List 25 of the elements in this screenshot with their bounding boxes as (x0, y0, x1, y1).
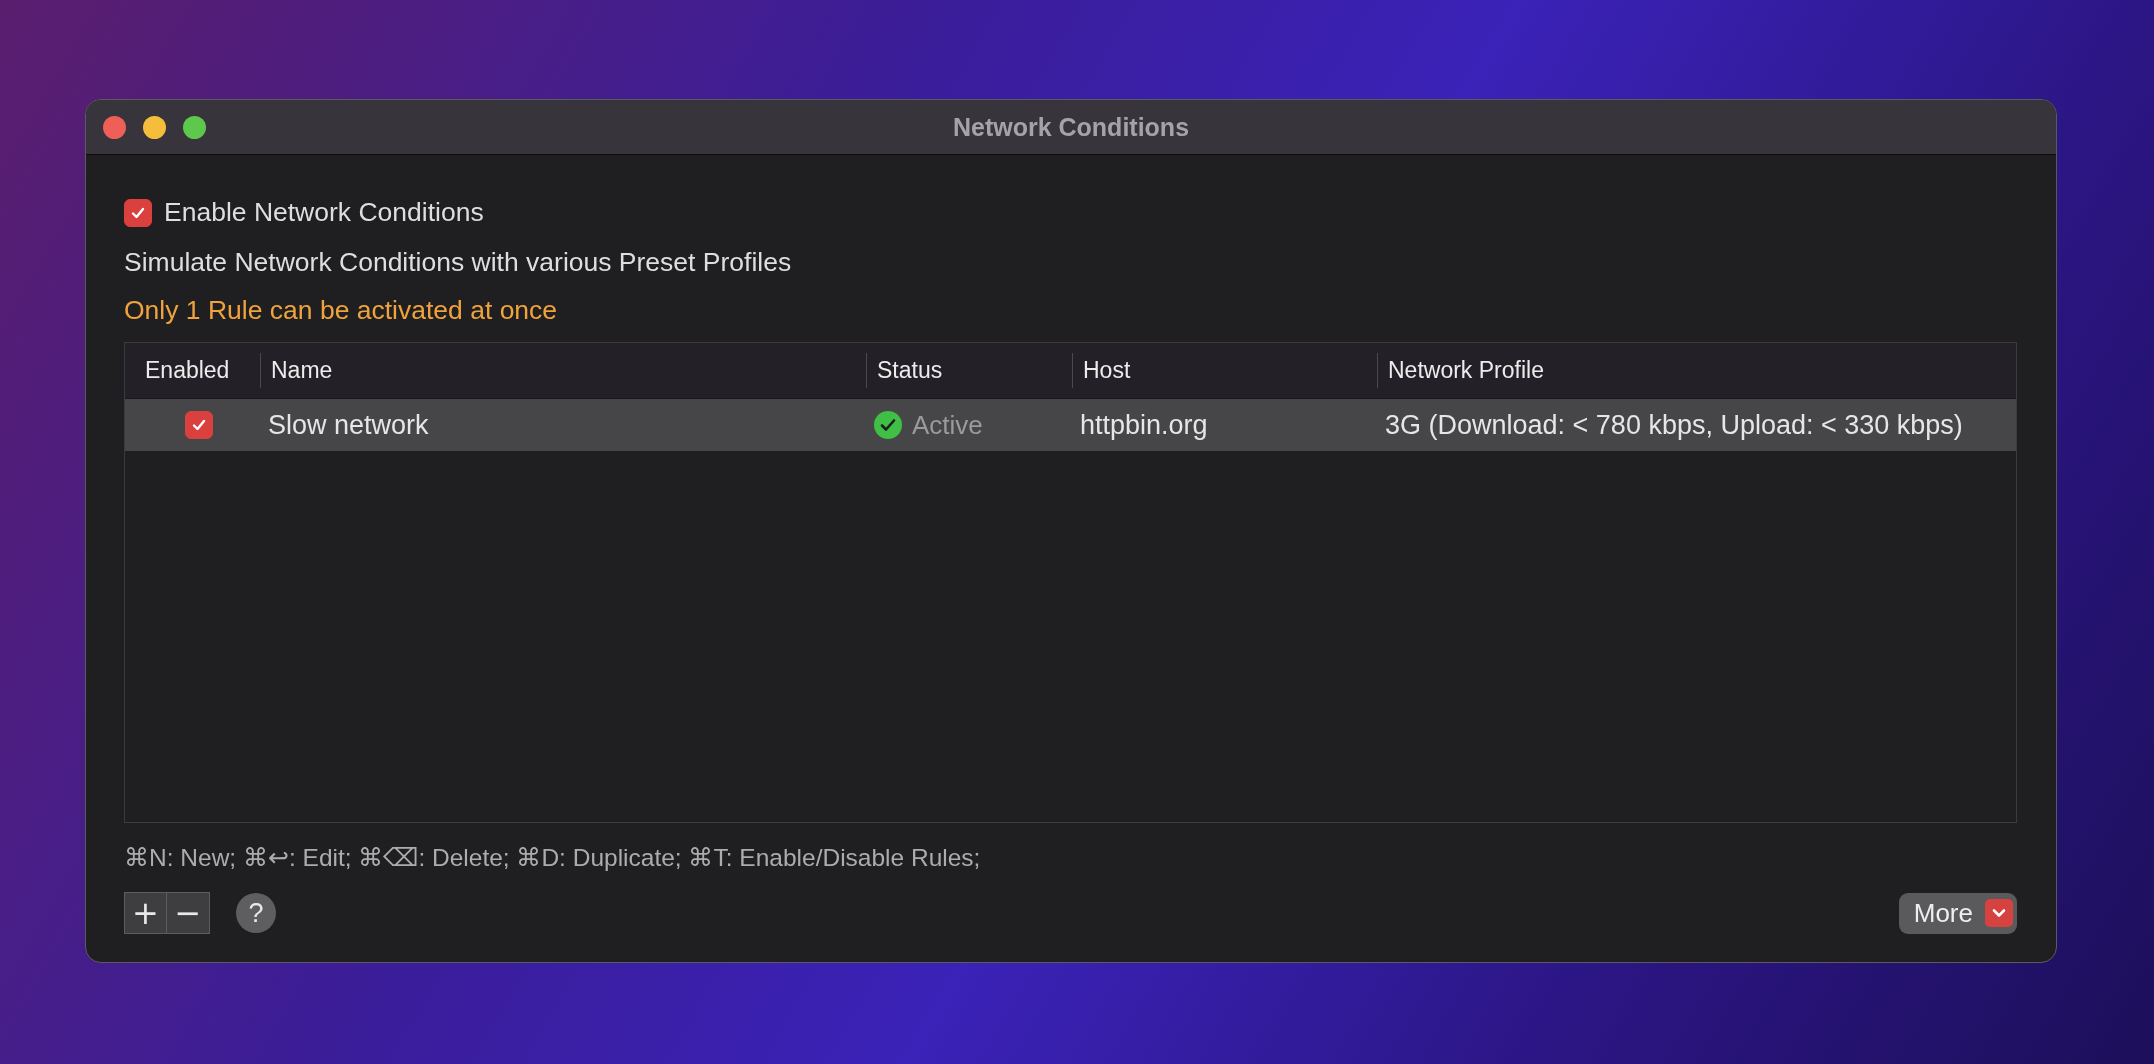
column-header[interactable]: Status (866, 353, 1072, 388)
network-profile: 3G (Download: < 780 kbps, Upload: < 330 kbps) (1384, 409, 1964, 441)
status-text: Active (912, 409, 983, 441)
table-row[interactable]: Slow network Active httpbin.org 3G (Download: < 780 kbps, Upload: < 330 kbps) (125, 399, 2016, 451)
zoom-button[interactable] (183, 115, 206, 139)
warning-text: Only 1 Rule can be activated at once (124, 295, 559, 326)
close-button[interactable] (103, 115, 126, 139)
checkbox[interactable] (124, 198, 152, 227)
rule-name: Slow network (267, 409, 430, 441)
caret-icon (1985, 899, 2013, 927)
checkbox-label[interactable]: Enable Network Conditions (164, 197, 484, 228)
column-header[interactable]: Host (1072, 353, 1377, 388)
column-header[interactable]: Name (260, 353, 866, 388)
column-header[interactable]: Network Profile (1377, 353, 2016, 388)
checkbox[interactable] (184, 411, 213, 439)
column-header[interactable]: Enabled (125, 357, 260, 384)
window-title: Network Conditions (952, 112, 1190, 142)
add-button[interactable]: + (124, 892, 167, 934)
shortcuts-hint: ⌘N: New; ⌘↩: Edit; ⌘⌫: Delete; ⌘D: Duplicate; ⌘T: Enable/Disable Rules; (124, 843, 982, 872)
help-button[interactable]: ? (236, 893, 276, 933)
minimize-button[interactable] (143, 115, 166, 139)
host-name: httpbin.org (1079, 409, 1209, 441)
remove-button[interactable]: − (167, 892, 210, 934)
description-text: Simulate Network Conditions with various Preset Profiles (124, 247, 793, 278)
more-button[interactable]: More (1898, 892, 2017, 934)
